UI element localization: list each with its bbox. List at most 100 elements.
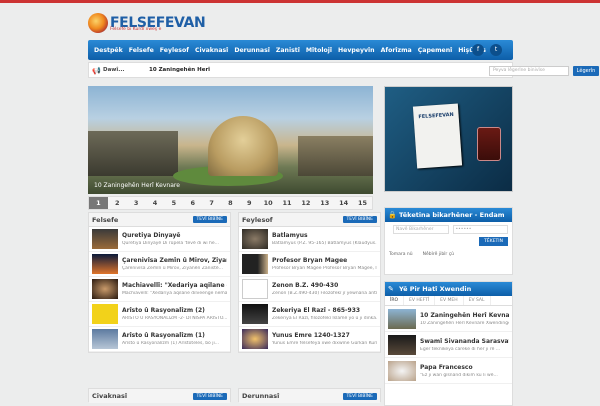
thumbnail xyxy=(242,329,268,349)
password-field[interactable]: •••••• xyxy=(452,225,508,234)
page-10[interactable]: 10 xyxy=(259,199,278,207)
thumbnail xyxy=(242,304,268,324)
slider-pager: 1 2 3 4 5 6 7 8 9 10 11 12 13 14 15 xyxy=(88,196,373,210)
see-all-button[interactable]: TEVÎ BIBÎNE xyxy=(342,216,377,223)
thumbnail xyxy=(92,279,118,299)
item-title[interactable]: Arîsto û Rasyonalîzm (1) xyxy=(122,332,227,339)
see-all-button[interactable]: TEVÎ BIBÎNE xyxy=(192,216,227,223)
page-15[interactable]: 15 xyxy=(353,199,372,207)
item-title[interactable]: Quretiya Dinyayê xyxy=(122,232,227,239)
nav-item-aforizma[interactable]: Aforîzma xyxy=(378,47,415,54)
item-title[interactable]: Profesor Bryan Magee xyxy=(272,257,377,264)
section-title[interactable]: Felsefe xyxy=(92,216,118,224)
see-all-button[interactable]: TEVÎ BIBÎNE xyxy=(342,392,377,400)
item-desc: Batlamyus (P.Z. 95-165) Batlamyus (Klaud… xyxy=(272,241,377,246)
list-item[interactable]: Machiavellî: "Xedariya aqilane dil... Mac… xyxy=(89,277,230,302)
page-11[interactable]: 11 xyxy=(278,199,297,207)
page-6[interactable]: 6 xyxy=(183,199,202,207)
slide-caption[interactable]: 10 Zaningehên Herî Kevnare xyxy=(94,182,180,189)
nav-item-mitoloji[interactable]: Mîtolojî xyxy=(303,47,335,54)
nav-item-zanisti[interactable]: Zanistî xyxy=(273,47,303,54)
page-14[interactable]: 14 xyxy=(334,199,353,207)
page-5[interactable]: 5 xyxy=(164,199,183,207)
facebook-icon[interactable]: f xyxy=(472,44,484,56)
list-item[interactable]: Swamî Sivananda Sarasvatî Eger teknîkeya … xyxy=(385,332,512,358)
page-4[interactable]: 4 xyxy=(146,199,165,207)
section-title[interactable]: Feylesof xyxy=(242,216,273,224)
username-field[interactable]: Navê Bikarhêner xyxy=(393,225,449,234)
item-title[interactable]: Swamî Sivananda Sarasvatî xyxy=(420,338,509,345)
logo-tagline: Felsefe bi Kurdî xweş e xyxy=(110,27,162,32)
item-title[interactable]: 10 Zaningehên Herî Kevnare xyxy=(420,312,509,319)
page-8[interactable]: 8 xyxy=(221,199,240,207)
item-title[interactable]: Zekeriya El Razî - 865-933 xyxy=(272,307,377,314)
nav-item-civaknasi[interactable]: Civaknasî xyxy=(192,47,231,54)
forgot-link[interactable]: Nêbîrê jibîr çû xyxy=(423,252,454,257)
tab-year[interactable]: EV SAL xyxy=(464,296,491,305)
section-title[interactable]: Civaknasî xyxy=(92,392,127,400)
page-7[interactable]: 7 xyxy=(202,199,221,207)
thumbnail xyxy=(242,229,268,249)
list-item[interactable]: Arîsto û Rasyonalîzm (2) ARÎSTO Û RASYONA… xyxy=(89,302,230,327)
item-title[interactable]: Batlamyus xyxy=(272,232,377,239)
item-desc: "Ez ji wan gîsnand dikim ku li wê... xyxy=(420,372,498,378)
nav-item-derunnasi[interactable]: Derunnasî xyxy=(231,47,273,54)
page-1[interactable]: 1 xyxy=(89,197,108,209)
page-9[interactable]: 9 xyxy=(240,199,259,207)
section-title[interactable]: Derunnasî xyxy=(242,392,279,400)
tab-today[interactable]: ÎRO xyxy=(385,296,404,305)
login-header: 🔒 Têketina bikarhêner - Endam xyxy=(385,208,512,222)
list-item[interactable]: Çarenivîsa Zemîn û Mirov, Ziyanên... Çare… xyxy=(89,252,230,277)
register-link[interactable]: Tomara nû xyxy=(389,252,413,257)
thumbnail xyxy=(388,334,416,355)
list-item[interactable]: Papa Francesco "Ez ji wan gîsnand dikim k… xyxy=(385,358,512,384)
section-header: Feylesof TEVÎ BIBÎNE xyxy=(239,213,380,227)
ticker-headline[interactable]: 10 Zaningehên Herî xyxy=(149,67,210,73)
tab-week[interactable]: EV HEFTÎ xyxy=(404,296,436,305)
nav-item-hevpeyvin[interactable]: Hevpeyvîn xyxy=(335,47,378,54)
item-title[interactable]: Yunus Emre 1240-1327 xyxy=(272,332,377,339)
page-13[interactable]: 13 xyxy=(315,199,334,207)
login-button[interactable]: TÊKETIN xyxy=(479,237,508,246)
popular-box: ✎ Yê Pir Hatî Xwendin ÎRO EV HEFTÎ EV ME… xyxy=(384,281,513,406)
page-2[interactable]: 2 xyxy=(108,199,127,207)
thumbnail xyxy=(388,360,416,381)
list-item[interactable]: Quretiya Dinyayê Quretiya Dinyayê Di rûpe… xyxy=(89,227,230,252)
nav-item-destpek[interactable]: Destpêk xyxy=(91,47,126,54)
top-accent-line xyxy=(0,0,600,3)
twitter-icon[interactable]: t xyxy=(490,44,502,56)
item-title[interactable]: Zenon B.Z. 490-430 xyxy=(272,282,377,289)
sidebar-book-image[interactable]: FELSEFEVAN xyxy=(384,86,513,192)
list-item[interactable]: Arîsto û Rasyonalîzm (1) Arîsto û Rasyona… xyxy=(89,327,230,352)
thumbnail xyxy=(92,229,118,249)
slide-dome xyxy=(208,116,278,176)
book-cover: FELSEFEVAN xyxy=(412,103,463,169)
page-12[interactable]: 12 xyxy=(296,199,315,207)
item-desc: Zenon (B.Z.490-430) Filozofekî jî yewnan… xyxy=(272,291,377,296)
search-button[interactable]: Lêgerîn xyxy=(573,66,599,76)
featured-slider[interactable]: 10 Zaningehên Herî Kevnare xyxy=(88,86,373,194)
list-item[interactable]: Yunus Emre 1240-1327 Yunus Emre felsefeya… xyxy=(239,327,380,352)
list-item[interactable]: Zenon B.Z. 490-430 Zenon (B.Z.490-430) Fi… xyxy=(239,277,380,302)
item-title[interactable]: Çarenivîsa Zemîn û Mirov, Ziyanên... xyxy=(122,257,227,264)
list-item[interactable]: Profesor Bryan Magee Profesor Bryan Magee… xyxy=(239,252,380,277)
page-3[interactable]: 3 xyxy=(127,199,146,207)
item-title[interactable]: Machiavellî: "Xedariya aqilane dil... xyxy=(122,282,227,289)
item-desc: 10 Zaningehên Herî Kevnare Xwendinge... xyxy=(420,320,509,326)
search-input[interactable]: Peyva lêgerîne binivîse xyxy=(489,66,569,76)
nav-item-feylesof[interactable]: Feylesof xyxy=(157,47,192,54)
section-felsefe: Felsefe TEVÎ BIBÎNE Quretiya Dinyayê Qure… xyxy=(88,212,231,353)
list-item[interactable]: Batlamyus Batlamyus (P.Z. 95-165) Batlamy… xyxy=(239,227,380,252)
item-desc: Machiavellî: "Xedariya aqilane dilveenge… xyxy=(122,291,227,296)
see-all-button[interactable]: TEVÎ BIBÎNE xyxy=(192,392,227,400)
item-title[interactable]: Arîsto û Rasyonalîzm (2) xyxy=(122,307,227,314)
slide-building-left xyxy=(88,131,178,176)
list-item[interactable]: Zekeriya El Razî - 865-933 Zekeriya El Ra… xyxy=(239,302,380,327)
popular-header: ✎ Yê Pir Hatî Xwendin xyxy=(385,282,512,296)
tab-month[interactable]: EV MEH xyxy=(435,296,464,305)
item-title[interactable]: Papa Francesco xyxy=(420,364,509,371)
tea-glass xyxy=(477,127,501,161)
nav-item-capemeni[interactable]: Çapemenî xyxy=(415,47,456,54)
list-item[interactable]: 10 Zaningehên Herî Kevnare 10 Zaningehên … xyxy=(385,306,512,332)
nav-item-felsefe[interactable]: Felsefe xyxy=(126,47,157,54)
